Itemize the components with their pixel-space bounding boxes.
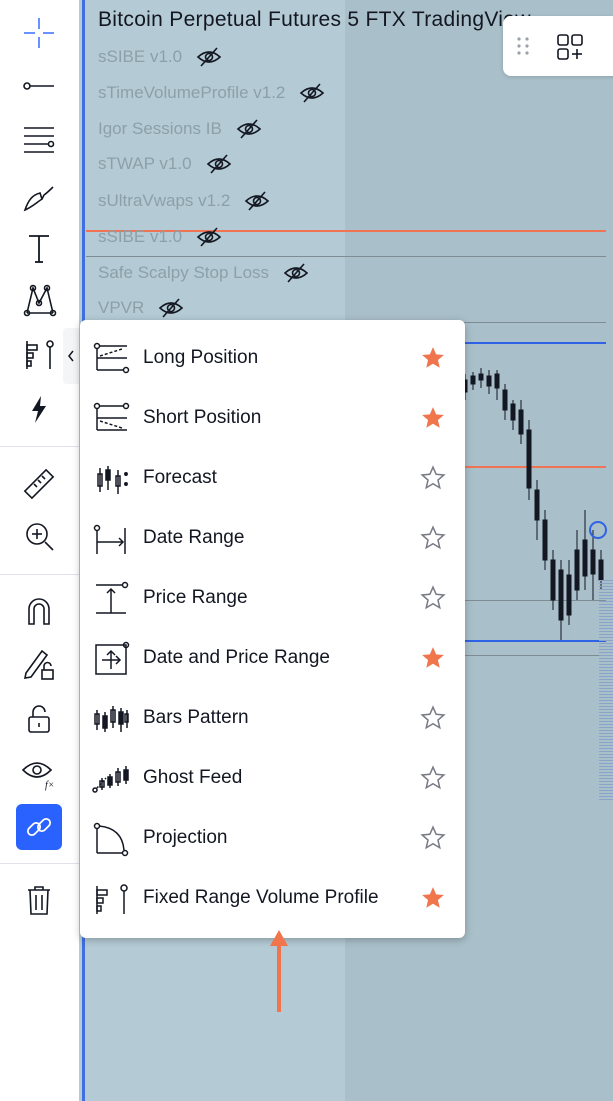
favorite-star-icon[interactable]: [420, 585, 446, 611]
left-toolbar: f×: [0, 0, 80, 1101]
favorite-star-icon[interactable]: [420, 645, 446, 671]
indicator-legend-item[interactable]: VPVR: [98, 297, 184, 319]
favorite-star-icon[interactable]: [420, 525, 446, 551]
menu-item-label: Ghost Feed: [143, 767, 243, 788]
favorite-star-icon[interactable]: [420, 405, 446, 431]
menu-item-label: Date and Price Range: [143, 647, 330, 668]
indicator-label: sTimeVolumeProfile v1.2: [98, 83, 286, 102]
favorite-star-icon[interactable]: [420, 765, 446, 791]
eye-slash-icon[interactable]: [206, 153, 232, 175]
eye-icon[interactable]: f×: [15, 752, 63, 792]
menu-item-date-range[interactable]: Date Range: [80, 508, 465, 568]
prediction-tools-menu: Long Position Short Position Forecast Da…: [80, 320, 465, 938]
forecast-icon: [97, 466, 128, 494]
chart-title: Bitcoin Perpetual Futures 5 FTX TradingV…: [98, 8, 531, 31]
favorite-star-icon[interactable]: [420, 885, 446, 911]
zoom-in-icon[interactable]: [15, 516, 63, 556]
volume-profile: [599, 580, 613, 800]
menu-item-label: Long Position: [143, 347, 259, 368]
indicator-legend-item[interactable]: Safe Scalpy Stop Loss: [98, 262, 309, 284]
long-position-icon: [93, 342, 130, 374]
favorite-star-icon[interactable]: [420, 705, 446, 731]
link-icon[interactable]: [15, 807, 63, 847]
magnet-icon[interactable]: [15, 590, 63, 630]
indicator-label: sSIBE v1.0: [98, 227, 183, 246]
menu-item-projection[interactable]: Projection: [80, 808, 465, 868]
fib-icon[interactable]: [15, 120, 63, 160]
eye-slash-icon[interactable]: [299, 82, 325, 104]
ruler-icon[interactable]: [15, 464, 63, 504]
crosshair-icon[interactable]: [15, 13, 63, 53]
ghost-feed-icon: [92, 766, 129, 793]
trash-icon[interactable]: [15, 880, 63, 920]
chevron-left-icon[interactable]: [63, 328, 79, 384]
menu-item-label: Fixed Range Volume Profile: [143, 887, 379, 908]
menu-item-short-position[interactable]: Short Position: [80, 388, 465, 448]
date-price-range-icon: [95, 641, 130, 675]
add-layout-icon[interactable]: [555, 32, 585, 62]
indicator-legend-item[interactable]: Igor Sessions IB: [98, 118, 262, 140]
bars-pattern-icon: [94, 706, 129, 732]
projection-icon: [93, 822, 129, 857]
annotation-arrow: [270, 930, 288, 1012]
eye-slash-icon[interactable]: [283, 262, 309, 284]
eye-slash-icon[interactable]: [196, 46, 222, 68]
eye-slash-icon[interactable]: [158, 297, 184, 319]
indicator-label: sTWAP v1.0: [98, 154, 192, 173]
trend-line-icon[interactable]: [15, 66, 63, 106]
menu-item-fixed-range-volume-profile[interactable]: Fixed Range Volume Profile: [80, 868, 465, 928]
menu-item-label: Date Range: [143, 527, 245, 548]
menu-item-price-range[interactable]: Price Range: [80, 568, 465, 628]
date-range-icon: [93, 524, 126, 554]
indicator-legend-item[interactable]: sTimeVolumeProfile v1.2: [98, 82, 325, 104]
menu-item-forecast[interactable]: Forecast: [80, 448, 465, 508]
text-icon[interactable]: [15, 228, 63, 268]
drag-handle-icon[interactable]: [513, 34, 533, 58]
prediction-icon[interactable]: [15, 334, 63, 374]
lock-icon[interactable]: [15, 699, 63, 739]
indicator-legend-item[interactable]: sSIBE v1.0: [98, 46, 222, 68]
eye-slash-icon[interactable]: [236, 118, 262, 140]
menu-item-label: Forecast: [143, 467, 217, 488]
indicator-label: sUltraVwaps v1.2: [98, 191, 231, 210]
menu-item-label: Short Position: [143, 407, 262, 428]
lock-drawing-icon[interactable]: [15, 644, 63, 684]
eye-slash-icon[interactable]: [244, 190, 270, 212]
indicator-legend-item[interactable]: sTWAP v1.0: [98, 153, 232, 175]
indicator-legend-item[interactable]: sSIBE v1.0: [98, 226, 222, 248]
pattern-icon[interactable]: [15, 280, 63, 320]
svg-text:f×: f×: [45, 780, 55, 791]
menu-item-label: Projection: [143, 827, 228, 848]
indicator-legend-item[interactable]: sUltraVwaps v1.2: [98, 190, 270, 212]
price-range-icon: [96, 581, 129, 614]
floating-toolbar: [503, 16, 613, 76]
menu-item-label: Price Range: [143, 587, 248, 608]
menu-item-ghost-feed[interactable]: Ghost Feed: [80, 748, 465, 808]
indicator-label: sSIBE v1.0: [98, 47, 183, 66]
favorite-star-icon[interactable]: [420, 345, 446, 371]
menu-item-date-and-price-range[interactable]: Date and Price Range: [80, 628, 465, 688]
menu-item-label: Bars Pattern: [143, 707, 249, 728]
candlestick-series: [462, 368, 607, 640]
lightning-icon[interactable]: [15, 389, 63, 429]
indicator-label: VPVR: [98, 298, 145, 317]
brush-icon[interactable]: [15, 176, 63, 216]
menu-item-long-position[interactable]: Long Position: [80, 328, 465, 388]
favorite-star-icon[interactable]: [420, 825, 446, 851]
indicator-label: Igor Sessions IB: [98, 119, 222, 138]
short-position-icon: [93, 402, 130, 431]
menu-item-bars-pattern[interactable]: Bars Pattern: [80, 688, 465, 748]
fixed-range-volume-profile-icon: [96, 884, 128, 914]
indicator-label: Safe Scalpy Stop Loss: [98, 263, 270, 282]
eye-slash-icon[interactable]: [196, 226, 222, 248]
favorite-star-icon[interactable]: [420, 465, 446, 491]
